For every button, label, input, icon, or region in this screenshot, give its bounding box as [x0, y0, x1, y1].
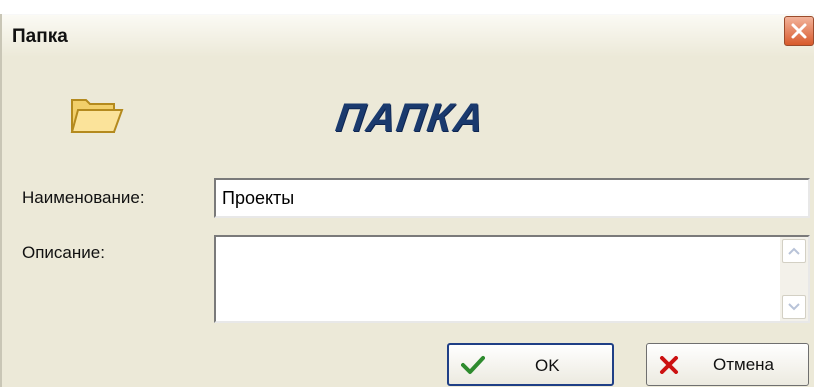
window-title: Папка — [12, 26, 68, 47]
ok-button[interactable]: OK — [447, 343, 614, 386]
cancel-button-label: Отмена — [713, 355, 774, 374]
scroll-up-button[interactable] — [782, 239, 806, 263]
close-icon — [791, 23, 807, 39]
folder-icon — [70, 99, 124, 133]
close-button[interactable] — [784, 16, 814, 46]
check-icon — [461, 356, 485, 374]
ok-button-label: OK — [535, 356, 560, 375]
description-scrollbar[interactable] — [780, 237, 808, 321]
cancel-button[interactable]: Отмена — [646, 343, 809, 386]
cancel-x-icon — [660, 356, 678, 374]
description-field[interactable] — [216, 237, 778, 321]
description-box — [214, 235, 810, 323]
name-field[interactable] — [214, 178, 810, 218]
title-bar[interactable]: Папка — [2, 14, 814, 57]
scroll-down-button[interactable] — [782, 295, 806, 319]
name-label: Наименование: — [22, 188, 145, 207]
description-label: Описание: — [22, 243, 105, 262]
chevron-down-icon — [788, 303, 800, 311]
chevron-up-icon — [788, 247, 800, 255]
dialog-banner: ПАПКА — [332, 96, 489, 140]
folder-dialog: Папка ПАПКА Наименование: Описание: — [0, 14, 814, 387]
